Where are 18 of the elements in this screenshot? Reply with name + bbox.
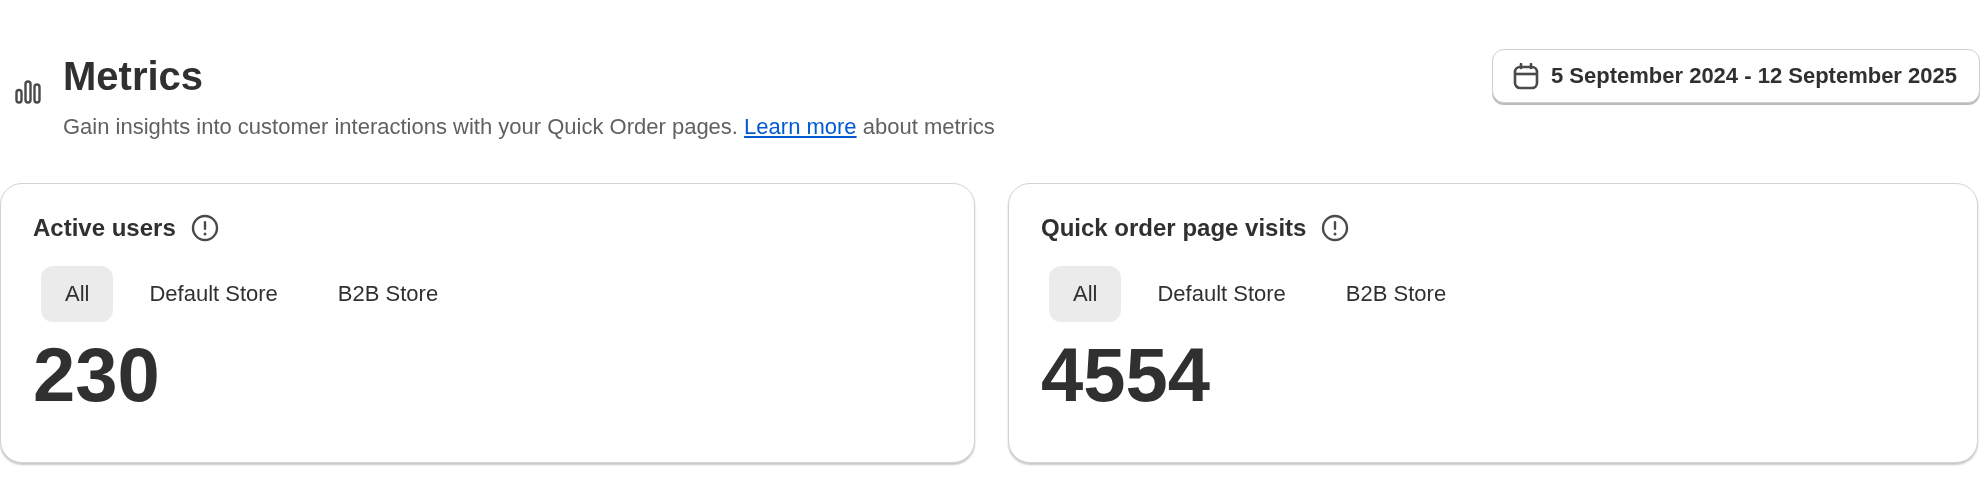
card-title: Quick order page visits (1041, 214, 1307, 242)
store-tab[interactable]: B2B Store (1321, 266, 1471, 322)
page-title: Metrics (63, 53, 205, 100)
metric-value: 230 (33, 331, 161, 419)
learn-more-link[interactable]: Learn more (744, 114, 857, 139)
store-tab[interactable]: B2B Store (313, 266, 463, 322)
store-tab[interactable]: All (1049, 266, 1122, 322)
bar-chart-icon (15, 80, 41, 104)
info-icon[interactable] (1321, 214, 1350, 242)
page-description: Gain insights into customer interactions with your Quick Order pages. Learn more about metrics (63, 113, 995, 141)
store-tab[interactable]: All (41, 266, 114, 322)
date-range-button[interactable]: 5 September 2024 - 12 September 2025 (1492, 49, 1980, 103)
calendar-icon (1513, 62, 1539, 90)
info-icon[interactable] (190, 214, 219, 242)
card-title: Active users (33, 214, 176, 242)
store-tab[interactable]: Default Store (125, 266, 302, 322)
store-tab[interactable]: Default Store (1133, 266, 1310, 322)
metric-value: 4554 (1041, 331, 1212, 419)
